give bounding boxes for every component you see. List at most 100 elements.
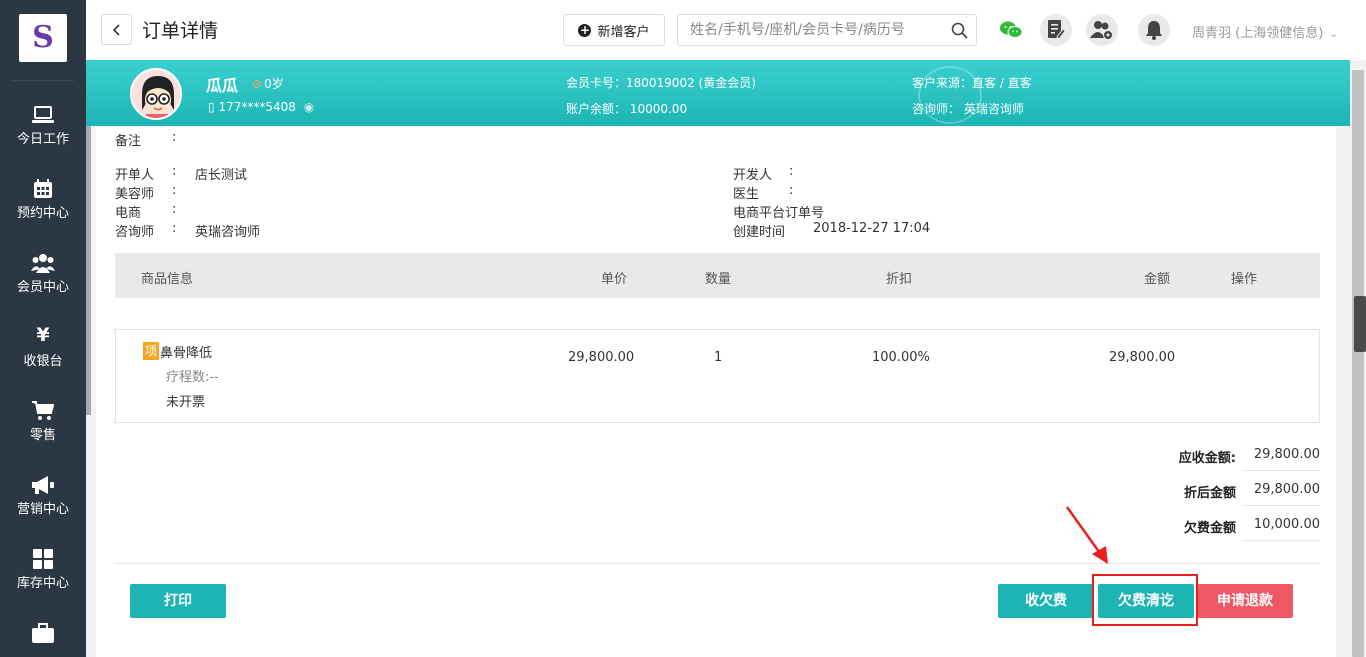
receivable-row: 应收金额: 29,800.00 [1146,439,1320,471]
discounted-value: 29,800.00 [1243,474,1320,506]
item-course-count: 疗程数:-- [166,370,219,385]
top-bar: 订单详情 + 新增客户 周青羽 (上海领健信息) ⌄ [86,0,1366,60]
account-balance: 账户余额： 10000.00 [566,102,688,116]
add-customer-button[interactable]: + 新增客户 [563,14,665,46]
table-row: 项 鼻骨降低 疗程数:-- 未开票 29,800.00 1 100.00% 29… [115,329,1320,423]
sidebar-item-members[interactable]: 会员中心 [0,234,86,308]
sidebar-item-label: 零售 [29,428,56,443]
item-discount: 100.00% [872,350,930,365]
owed-value: 10,000.00 [1243,509,1320,541]
col-actions: 操作 [1231,272,1258,287]
beautician-colon: : [172,183,177,198]
item-unit-price: 29,800.00 [568,350,635,365]
arrow-annotation-icon [1065,506,1108,564]
sidebar-scrollbar[interactable] [86,80,91,415]
customer-name: 瓜瓜 [206,76,239,95]
chevron-left-icon [112,23,120,36]
item-type-badge: 项 [143,342,159,360]
phone-icon: ▯ [208,100,215,114]
receivable-value: 29,800.00 [1243,439,1320,471]
order-detail-card: 备注 : 开单人 : 店长测试 美容师 : 电商 : 咨询师 : 英瑞咨询师 开… [96,126,1336,657]
search-icon[interactable] [951,22,968,43]
sidebar-item-cashier[interactable]: ¥ 收银台 [0,308,86,382]
ecom-order-no-label: 电商平台订单号 [733,206,825,221]
calendar-icon [0,174,86,200]
owed-row: 欠费金额 10,000.00 [1146,509,1320,541]
group-settings-icon[interactable] [1086,14,1118,46]
collect-debt-button[interactable]: 收欠费 [998,584,1094,618]
add-customer-label: 新增客户 [597,24,650,40]
sidebar-item-retail[interactable]: 零售 [0,382,86,456]
customer-consultant: 咨询师： 英瑞咨询师 [912,102,1024,116]
page-scrollbar-thumb[interactable] [1352,70,1364,657]
sidebar-item-label: 今日工作 [16,132,69,147]
remark-colon: : [172,130,177,145]
consultant-label: 咨询师 [115,225,155,240]
page-scrollbar-grip[interactable] [1354,296,1366,352]
bell-icon[interactable] [1138,14,1170,46]
col-quantity: 数量 [705,272,732,287]
notes-icon[interactable] [1040,14,1072,46]
divider [115,563,1320,564]
cart-icon [0,396,86,422]
doctor-label: 医生 [733,187,760,202]
members-icon [0,248,86,274]
customer-source: 客户来源：直客 / 直客 [912,76,1032,90]
search-input[interactable] [678,15,938,45]
developer-colon: : [789,164,794,179]
remark-label: 备注 [115,134,142,149]
owed-label: 欠费金额 [1183,521,1236,536]
eye-icon[interactable]: ◉ [304,100,314,114]
brand-logo[interactable]: S [19,14,67,62]
user-menu[interactable]: 周青羽 (上海领健信息) ⌄ [1192,22,1338,41]
col-product: 商品信息 [141,272,194,287]
item-quantity: 1 [714,350,723,365]
briefcase-icon [0,618,86,644]
member-card-no: 会员卡号：180019002 (黄金会员) [566,76,756,90]
beautician-label: 美容师 [115,187,155,202]
highlight-annotation-box [1092,574,1198,626]
consultant-colon: : [172,221,177,236]
discounted-row: 折后金额 29,800.00 [1146,474,1320,506]
customer-age: ⊘ 0岁 [252,75,284,92]
yen-icon: ¥ [36,324,50,346]
sidebar: S 今日工作 预约中心 会员中心 ¥ 收银台 零售 营销中心 库存中心 [0,0,86,657]
creator-label: 开单人 [115,168,155,183]
megaphone-icon [0,470,86,496]
grid-icon [0,544,86,570]
wechat-icon[interactable] [995,14,1027,46]
sidebar-item-label: 会员中心 [16,280,69,295]
refund-request-button[interactable]: 申请退款 [1197,584,1293,618]
sidebar-item-more[interactable] [0,604,86,657]
print-button[interactable]: 打印 [130,584,226,618]
ecommerce-colon: : [172,202,177,217]
customer-age-value: 0岁 [264,77,284,91]
customer-phone-value: 177****5408 [218,100,296,114]
back-button[interactable] [101,14,132,45]
col-discount: 折扣 [886,272,913,287]
sidebar-item-appointments[interactable]: 预约中心 [0,160,86,234]
discounted-label: 折后金额 [1183,486,1236,501]
created-time-label: 创建时间 [733,225,786,240]
developer-label: 开发人 [733,168,773,183]
page-title: 订单详情 [142,20,219,42]
receivable-label: 应收金额: [1178,451,1236,466]
sidebar-item-inventory[interactable]: 库存中心 [0,530,86,604]
sidebar-item-marketing[interactable]: 营销中心 [0,456,86,530]
logo-icon: S [32,20,54,55]
creator-value: 店长测试 [195,168,248,183]
ecommerce-label: 电商 [115,206,142,221]
sidebar-item-today-work[interactable]: 今日工作 [0,86,86,160]
sidebar-divider [12,80,74,81]
customer-avatar[interactable] [130,68,182,120]
item-amount: 29,800.00 [1109,350,1176,365]
customer-banner: 瓜瓜 ⊘ 0岁 ▯ 177****5408 ◉ 会员卡号：180019002 (黄… [86,60,1350,126]
col-unit-price: 单价 [601,272,628,287]
customer-phone: ▯ 177****5408 ◉ [208,100,314,114]
consultant-value: 英瑞咨询师 [195,225,261,240]
created-time-value: 2018-12-27 17:04 [813,221,931,236]
creator-colon: : [172,164,177,179]
chevron-down-icon: ⌄ [1329,29,1338,40]
sidebar-item-label: 收银台 [23,354,63,369]
item-invoice-status: 未开票 [166,395,206,410]
